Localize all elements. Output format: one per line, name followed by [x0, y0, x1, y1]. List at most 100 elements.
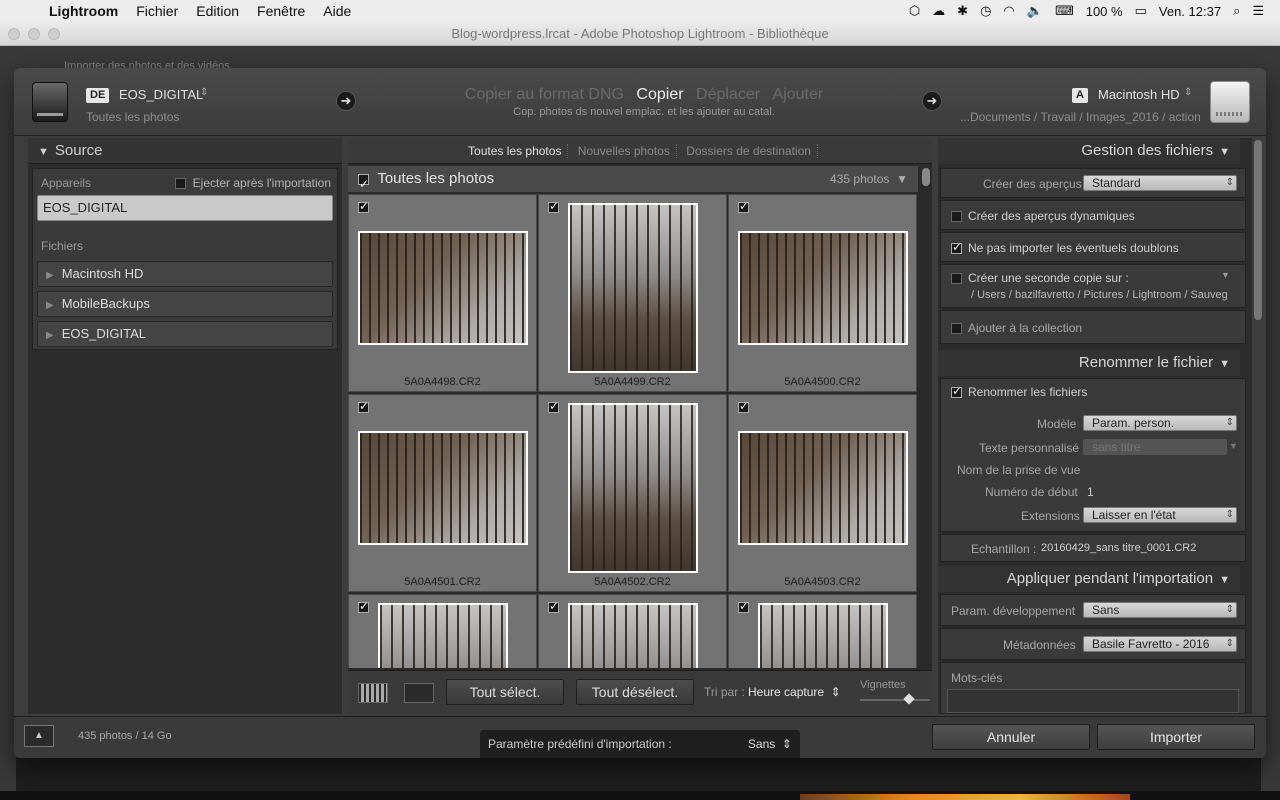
start-number-value[interactable]: 1	[1087, 485, 1094, 499]
grid-view-icon[interactable]	[358, 683, 388, 703]
develop-select[interactable]: Sans	[1083, 602, 1237, 618]
menu-app[interactable]: Lightroom	[40, 0, 127, 22]
smart-previews-checkbox[interactable]	[951, 211, 962, 223]
photo-checkbox[interactable]	[738, 199, 749, 213]
grid-scrollbar[interactable]	[920, 166, 932, 668]
expand-dialog-button[interactable]: ▲	[24, 725, 54, 747]
filter-all-photos[interactable]: Toutes les photos	[462, 144, 569, 158]
select-all-checkbox[interactable]	[358, 171, 369, 197]
loupe-view-icon[interactable]	[404, 683, 434, 703]
keyboard-icon[interactable]: ⌨	[1049, 3, 1080, 19]
scrollbar-thumb[interactable]	[922, 168, 930, 186]
photo-checkbox[interactable]	[738, 399, 749, 413]
photo-thumbnail[interactable]	[738, 231, 908, 345]
volume-icon[interactable]: 🔈	[1021, 3, 1049, 19]
photo-thumbnail[interactable]	[738, 431, 908, 545]
filter-new-photos[interactable]: Nouvelles photos	[571, 144, 677, 158]
photo-cell[interactable]: 5A0A4499.CR2	[538, 194, 727, 392]
filter-destination-folders[interactable]: Dossiers de destination	[680, 144, 818, 158]
source-panel-header[interactable]: ▼ Source	[28, 138, 342, 164]
smart-previews-option[interactable]: Créer des aperçus dynamiques	[951, 209, 1135, 223]
photo-checkbox[interactable]	[358, 599, 369, 613]
menu-fichier[interactable]: Fichier	[127, 0, 187, 22]
photo-cell[interactable]: 5A0A4503.CR2	[728, 394, 917, 592]
menu-edition[interactable]: Edition	[187, 0, 248, 22]
keywords-input[interactable]	[947, 689, 1239, 713]
zoom-window-button[interactable]	[48, 28, 60, 40]
second-copy-checkbox[interactable]	[951, 273, 962, 285]
photo-thumbnail[interactable]	[568, 403, 698, 573]
eject-option[interactable]: Ejecter après l'importation	[175, 176, 331, 190]
dest-chevron-icon[interactable]: ⇕	[1184, 87, 1192, 98]
dest-drive-icon[interactable]	[1210, 81, 1250, 123]
import-button[interactable]: Importer	[1097, 724, 1255, 750]
thumbnail-size-slider[interactable]	[860, 693, 930, 705]
notification-center-icon[interactable]: ☰	[1246, 3, 1270, 19]
custom-text-input[interactable]: sans titre	[1083, 439, 1227, 455]
custom-text-dropdown-icon[interactable]: ▼	[1229, 441, 1238, 451]
minimize-window-button[interactable]	[28, 28, 40, 40]
source-chevron-icon[interactable]: ⇕	[200, 87, 208, 98]
close-window-button[interactable]	[8, 28, 20, 40]
rename-files-option[interactable]: Renommer les fichiers	[951, 384, 1087, 399]
photo-thumbnail[interactable]	[378, 603, 508, 668]
photo-checkbox[interactable]	[358, 399, 369, 413]
mode-copy-dng[interactable]: Copier au format DNG	[461, 86, 628, 103]
rename-files-checkbox[interactable]	[951, 384, 962, 399]
folder-mobilebackups[interactable]: ▶ MobileBackups	[37, 291, 333, 317]
apply-header[interactable]: Appliquer pendant l'importation ▼	[938, 566, 1240, 592]
photo-checkbox[interactable]	[358, 199, 369, 213]
deselect-all-button[interactable]: Tout désélect.	[576, 679, 694, 705]
photo-thumbnail[interactable]	[358, 431, 528, 545]
dest-name[interactable]: Macintosh HD	[1098, 87, 1180, 102]
previews-select[interactable]: Standard	[1083, 175, 1237, 191]
add-collection-option[interactable]: Ajouter à la collection	[951, 321, 1082, 335]
photo-thumbnail[interactable]	[358, 231, 528, 345]
eject-checkbox[interactable]	[175, 178, 186, 190]
wifi-icon[interactable]: ◠	[997, 3, 1020, 19]
photo-checkbox[interactable]	[738, 599, 749, 613]
slider-knob[interactable]	[903, 693, 915, 705]
second-copy-option[interactable]: Créer une seconde copie sur :	[951, 271, 1129, 285]
source-drive-icon[interactable]	[32, 82, 68, 122]
dest-arrow-icon[interactable]: ➜	[922, 91, 942, 111]
no-duplicates-checkbox[interactable]	[951, 240, 962, 255]
photo-cell[interactable]: 5A0A4500.CR2	[728, 194, 917, 392]
cancel-button[interactable]: Annuler	[932, 724, 1090, 750]
photo-cell[interactable]: 5A0A4498.CR2	[348, 194, 537, 392]
menu-aide[interactable]: Aide	[314, 0, 360, 22]
settings-scrollbar[interactable]	[1254, 140, 1262, 320]
file-handling-header[interactable]: Gestion des fichiers ▼	[938, 138, 1240, 164]
metadata-select[interactable]: Basile Favretto - 2016	[1083, 636, 1237, 652]
cloud-icon[interactable]: ☁	[926, 3, 951, 19]
photo-checkbox[interactable]	[548, 199, 559, 213]
collapse-triangle-icon[interactable]: ▼	[896, 172, 908, 186]
rename-header[interactable]: Renommer le fichier ▼	[938, 350, 1240, 376]
photo-cell[interactable]	[348, 594, 537, 668]
photo-thumbnail[interactable]	[758, 603, 888, 668]
dropbox-icon[interactable]: ⬡	[903, 3, 926, 19]
mode-copy[interactable]: Copier	[632, 86, 687, 103]
source-arrow-icon[interactable]: ➜	[336, 91, 356, 111]
spotlight-icon[interactable]: ⌕	[1227, 3, 1246, 19]
extensions-select[interactable]: Laisser en l'état	[1083, 507, 1237, 523]
device-eos-digital[interactable]: EOS_DIGITAL	[37, 195, 333, 221]
photo-cell[interactable]: 5A0A4502.CR2	[538, 394, 727, 592]
clock[interactable]: Ven. 12:37	[1153, 4, 1227, 19]
source-name[interactable]: EOS_DIGITAL	[119, 87, 203, 102]
time-machine-icon[interactable]: ◷	[974, 3, 997, 19]
no-duplicates-option[interactable]: Ne pas importer les éventuels doublons	[951, 240, 1179, 255]
photo-thumbnail[interactable]	[568, 203, 698, 373]
mode-move[interactable]: Déplacer	[692, 86, 764, 103]
mode-add[interactable]: Ajouter	[769, 86, 828, 103]
photo-thumbnail[interactable]	[568, 603, 698, 668]
folder-macintosh-hd[interactable]: ▶ Macintosh HD	[37, 261, 333, 287]
photo-cell[interactable]	[728, 594, 917, 668]
photo-checkbox[interactable]	[548, 599, 559, 613]
select-all-button[interactable]: Tout sélect.	[446, 679, 564, 705]
photo-cell[interactable]: 5A0A4501.CR2	[348, 394, 537, 592]
bluetooth-icon[interactable]: ✱	[951, 3, 974, 19]
sort-select[interactable]: Heure capture ⇕	[748, 685, 841, 699]
battery-icon[interactable]: ▭	[1129, 3, 1153, 19]
add-collection-checkbox[interactable]	[951, 323, 962, 335]
